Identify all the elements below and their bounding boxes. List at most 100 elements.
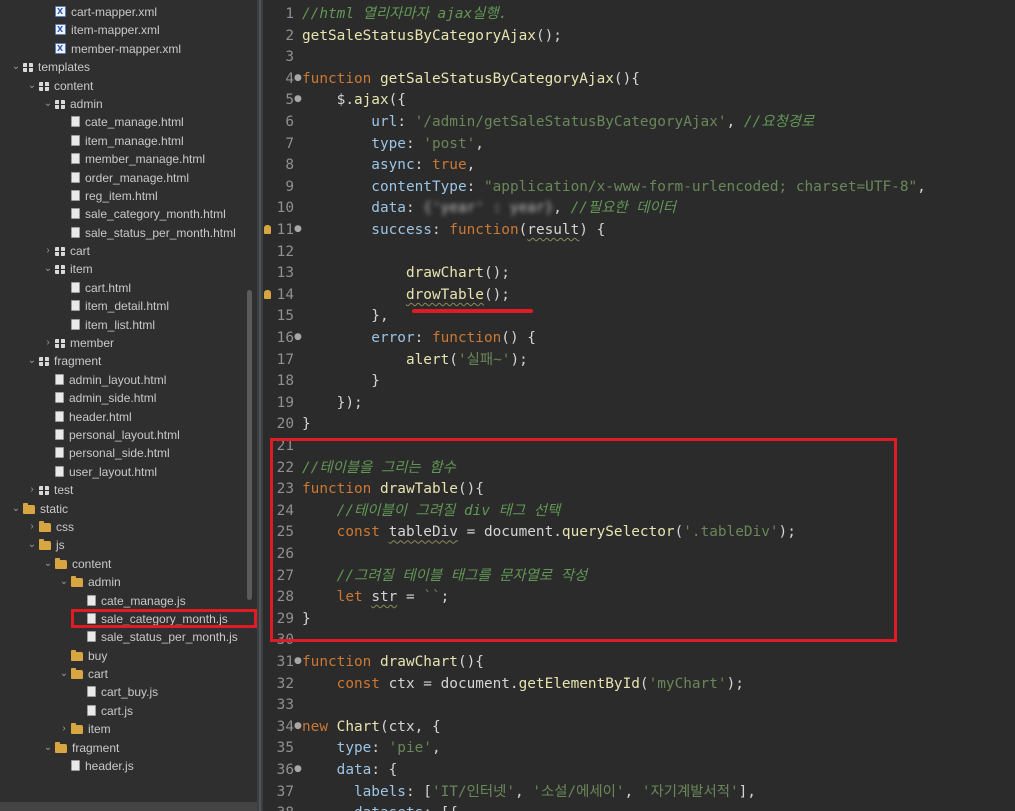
tree-folder[interactable]: › cart <box>0 242 257 260</box>
chevron-down-icon[interactable]: ⌄ <box>26 352 38 370</box>
tree-file[interactable]: personal_side.html <box>0 444 257 462</box>
fold-marker-icon[interactable]: ● <box>294 73 302 83</box>
chevron-down-icon[interactable]: ⌄ <box>58 665 70 683</box>
tree-folder[interactable]: ⌄ fragment <box>0 352 257 370</box>
chevron-right-icon[interactable]: › <box>42 242 54 260</box>
tree-folder[interactable]: ⌄ content <box>0 555 257 573</box>
code-line[interactable]: 12 <box>263 242 1015 264</box>
tree-file[interactable]: cate_manage.js <box>0 592 257 610</box>
chevron-right-icon[interactable]: › <box>26 481 38 499</box>
code-line[interactable]: 4 ● function getSaleStatusByCategoryAjax()… <box>263 69 1015 91</box>
chevron-down-icon[interactable]: ⌄ <box>42 95 54 113</box>
chevron-down-icon[interactable]: ⌄ <box>26 77 38 95</box>
code-line[interactable]: 35 type: 'pie', <box>263 738 1015 760</box>
chevron-down-icon[interactable]: ⌄ <box>42 260 54 278</box>
code-line[interactable]: 31 ● function drawChart(){ <box>263 652 1015 674</box>
tree-folder[interactable]: ⌄ admin <box>0 573 257 591</box>
code-line[interactable]: 34 ● new Chart(ctx, { <box>263 717 1015 739</box>
tree-file[interactable]: cart.html <box>0 279 257 297</box>
chevron-down-icon[interactable]: ⌄ <box>10 58 22 76</box>
fold-marker-icon[interactable]: ● <box>294 94 302 104</box>
code-line[interactable]: 32 const ctx = document.getElementById('… <box>263 674 1015 696</box>
tree-folder[interactable]: › member <box>0 334 257 352</box>
code-line[interactable]: 19 }); <box>263 393 1015 415</box>
code-line[interactable]: 5 ● $.ajax({ <box>263 90 1015 112</box>
tree-folder[interactable]: ⌄ admin <box>0 95 257 113</box>
code-line[interactable]: 9 contentType: "application/x-www-form-u… <box>263 177 1015 199</box>
tree-folder[interactable]: ⌄ static <box>0 500 257 518</box>
fold-marker-icon[interactable]: ● <box>294 656 302 666</box>
tree-file[interactable]: item_detail.html <box>0 297 257 315</box>
tree-folder[interactable]: ⌄ item <box>0 260 257 278</box>
tree-file[interactable]: sale_status_per_month.html <box>0 224 257 242</box>
code-line[interactable]: 8 async: true, <box>263 155 1015 177</box>
chevron-down-icon[interactable]: ⌄ <box>10 500 22 518</box>
fold-marker-icon[interactable]: ● <box>294 721 302 731</box>
code-line[interactable]: 11 ● success: function(result) { <box>263 220 1015 242</box>
fold-marker-icon[interactable]: ● <box>294 224 302 234</box>
code-line[interactable]: 33 <box>263 695 1015 717</box>
tree-file[interactable]: cart.js <box>0 702 257 720</box>
code-line[interactable]: 10 data: {'year' : year}, //필요한 데이터 <box>263 198 1015 220</box>
code-token: ( <box>639 675 649 692</box>
code-line[interactable]: 6 url: '/admin/getSaleStatusByCategoryAj… <box>263 112 1015 134</box>
code-line[interactable]: 2 getSaleStatusByCategoryAjax(); <box>263 26 1015 48</box>
code-line[interactable]: 13 drawChart(); <box>263 263 1015 285</box>
code-line[interactable]: 20} <box>263 414 1015 436</box>
tree-file[interactable]: cate_manage.html <box>0 113 257 131</box>
tree-file[interactable]: sale_category_month.js <box>0 608 257 629</box>
chevron-right-icon[interactable]: › <box>58 720 70 738</box>
fold-marker-icon[interactable]: ● <box>294 764 302 774</box>
tree-file[interactable]: admin_layout.html <box>0 371 257 389</box>
code-line[interactable]: 38 datasets: [{ <box>263 803 1015 811</box>
code-line[interactable]: 16 ● error: function() { <box>263 328 1015 350</box>
tree-folder[interactable]: › item <box>0 720 257 738</box>
line-number: 17 <box>276 351 294 368</box>
tree-folder[interactable]: ⌄ cart <box>0 665 257 683</box>
tree-folder[interactable]: ⌄ content <box>0 77 257 95</box>
tree-file[interactable]: cart_buy.js <box>0 683 257 701</box>
tree-file[interactable]: sale_category_month.html <box>0 205 257 223</box>
tree-file[interactable]: sale_status_per_month.js <box>0 628 257 646</box>
fold-marker-icon[interactable]: ● <box>294 332 302 342</box>
tree-file[interactable]: admin_side.html <box>0 389 257 407</box>
tree-file[interactable]: header.js <box>0 757 257 775</box>
explorer-scrollbar[interactable] <box>247 290 252 600</box>
tree-file[interactable]: user_layout.html <box>0 463 257 481</box>
tree-label: fragment <box>54 354 102 369</box>
code-editor[interactable]: 1 //html 열리자마자 ajax실행. 2 getSaleStatusByCat… <box>263 0 1015 811</box>
tree-file[interactable]: member_manage.html <box>0 150 257 168</box>
tree-file[interactable]: item_manage.html <box>0 132 257 150</box>
code-line[interactable]: 15 }, <box>263 306 1015 328</box>
code-line[interactable]: 7 type: 'post', <box>263 134 1015 156</box>
code-line[interactable]: 17 alert('실패~'); <box>263 350 1015 372</box>
tree-folder[interactable]: ⌄ fragment <box>0 739 257 757</box>
tree-file[interactable]: item_list.html <box>0 316 257 334</box>
chevron-down-icon[interactable]: ⌄ <box>26 536 38 554</box>
chevron-down-icon[interactable]: ⌄ <box>42 555 54 573</box>
tree-file[interactable]: member-mapper.xml <box>0 40 257 58</box>
code-token: ajax <box>353 92 389 109</box>
tree-file[interactable]: reg_item.html <box>0 187 257 205</box>
tree-file[interactable]: header.html <box>0 408 257 426</box>
tree-folder[interactable]: › css <box>0 518 257 536</box>
tree-file[interactable]: personal_layout.html <box>0 426 257 444</box>
tree-folder[interactable]: ⌄ js <box>0 536 257 554</box>
tree-file[interactable]: cart-mapper.xml <box>0 3 257 21</box>
code-line[interactable]: 36 ● data: { <box>263 760 1015 782</box>
tree-folder[interactable]: ⌄ templates <box>0 58 257 76</box>
chevron-right-icon[interactable]: › <box>26 518 38 536</box>
tree-folder[interactable]: buy <box>0 647 257 665</box>
code-line[interactable]: 3 <box>263 47 1015 69</box>
tree-file[interactable]: item-mapper.xml <box>0 21 257 40</box>
code-line[interactable]: 18 } <box>263 371 1015 393</box>
code-line[interactable]: 1 //html 열리자마자 ajax실행. <box>263 4 1015 26</box>
chevron-down-icon[interactable]: ⌄ <box>58 573 70 591</box>
code-line[interactable]: 37 labels: ['IT/인터넷', '소설/에세이', '자기계발서적'… <box>263 782 1015 804</box>
tree-file[interactable]: order_manage.html <box>0 169 257 187</box>
code-line[interactable]: 14 drowTable(); <box>263 285 1015 307</box>
chevron-right-icon[interactable]: › <box>42 334 54 352</box>
tree-folder[interactable]: › test <box>0 481 257 499</box>
chevron-down-icon[interactable]: ⌄ <box>42 739 54 757</box>
